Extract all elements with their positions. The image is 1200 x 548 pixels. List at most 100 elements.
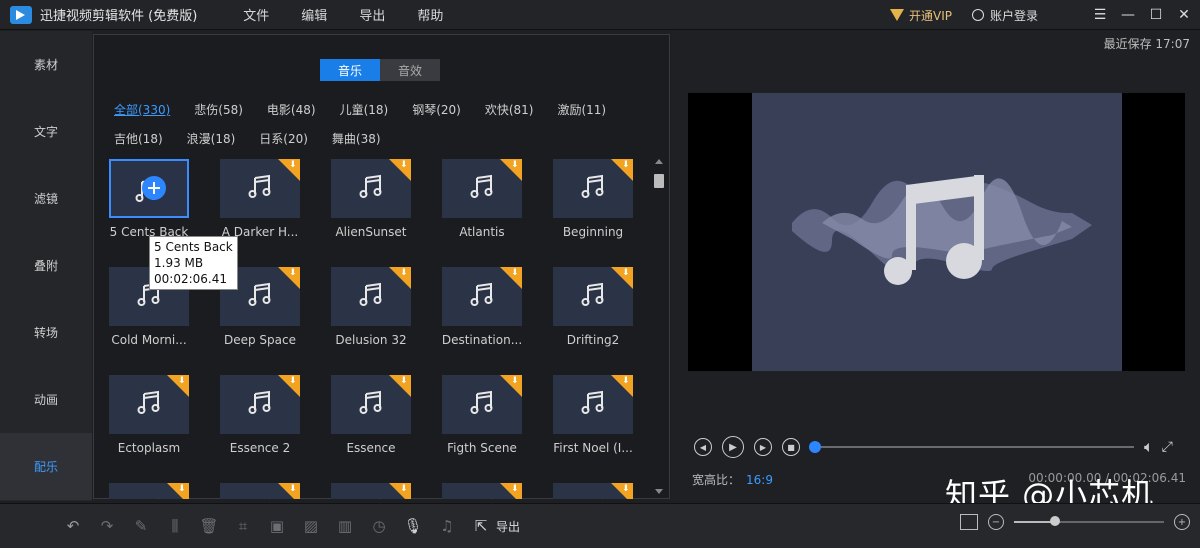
- microphone-icon[interactable]: 🎙︎: [402, 515, 424, 537]
- sidebar-item-media[interactable]: 素材: [0, 31, 92, 98]
- music-thumbnail[interactable]: ⬇: [442, 267, 522, 326]
- tab-music[interactable]: 音乐: [320, 59, 380, 81]
- category-filter[interactable]: 电影(48): [267, 101, 316, 118]
- category-filter[interactable]: 日系(20): [259, 130, 308, 147]
- undo-icon[interactable]: ↶: [62, 515, 84, 537]
- clock-icon[interactable]: ◷: [368, 515, 390, 537]
- seek-knob[interactable]: [809, 441, 821, 453]
- music-card[interactable]: ⬇: [331, 483, 411, 499]
- music-card[interactable]: ⬇: [109, 483, 189, 499]
- category-filter[interactable]: 钢琴(20): [412, 101, 461, 118]
- music-card[interactable]: ⬇: [553, 483, 633, 499]
- category-filter[interactable]: 全部(330): [114, 101, 170, 118]
- export-icon[interactable]: ⇱: [470, 515, 492, 537]
- zoom-in-icon[interactable]: +: [1174, 514, 1190, 530]
- voice-change-icon[interactable]: ♫: [436, 515, 458, 537]
- edit-icon[interactable]: ✎: [130, 515, 152, 537]
- music-card[interactable]: ⬇ Atlantis: [442, 159, 522, 239]
- login-button[interactable]: 账户登录: [971, 7, 1038, 24]
- menu-help[interactable]: 帮助: [417, 5, 443, 24]
- zoom-slider[interactable]: [1014, 516, 1164, 526]
- fullscreen-icon[interactable]: ⤢: [1162, 439, 1173, 455]
- music-thumbnail[interactable]: ⬇: [553, 483, 633, 499]
- music-card[interactable]: ⬇ Ectoplasm: [109, 375, 189, 455]
- next-frame-icon[interactable]: ▶: [754, 438, 772, 456]
- music-card[interactable]: ⬇ AlienSunset: [331, 159, 411, 239]
- category-filter[interactable]: 欢快(81): [485, 101, 534, 118]
- close-icon[interactable]: ✕: [1172, 3, 1196, 27]
- image-icon[interactable]: ▨: [300, 515, 322, 537]
- video-player[interactable]: [688, 93, 1185, 371]
- music-thumbnail[interactable]: ⬇: [109, 375, 189, 434]
- music-thumbnail[interactable]: ⬇: [220, 159, 300, 218]
- category-filter[interactable]: 浪漫(18): [187, 130, 236, 147]
- vip-button[interactable]: 开通VIP: [889, 7, 952, 24]
- export-button[interactable]: 导出: [496, 518, 520, 535]
- split-icon[interactable]: ⫼: [164, 515, 186, 537]
- zoom-knob[interactable]: [1049, 516, 1060, 526]
- music-card[interactable]: 5 Cents Back: [109, 159, 189, 239]
- previous-frame-icon[interactable]: ◀: [694, 438, 712, 456]
- maximize-icon[interactable]: ☐: [1144, 3, 1168, 27]
- music-card[interactable]: ⬇ Beginning: [553, 159, 633, 239]
- category-filter[interactable]: 悲伤(58): [194, 101, 243, 118]
- scroll-thumb[interactable]: [654, 174, 664, 188]
- music-thumbnail[interactable]: ⬇: [220, 375, 300, 434]
- crop-icon[interactable]: ⌗: [232, 515, 254, 537]
- music-card[interactable]: ⬇ Essence: [331, 375, 411, 455]
- volume-icon[interactable]: 🔈︎: [1144, 437, 1154, 457]
- music-card[interactable]: ⬇ Figth Scene: [442, 375, 522, 455]
- music-thumbnail[interactable]: ⬇: [109, 483, 189, 499]
- music-thumbnail[interactable]: ⬇: [442, 483, 522, 499]
- category-filter[interactable]: 儿童(18): [340, 101, 389, 118]
- music-card[interactable]: ⬇ A Darker H...: [220, 159, 300, 239]
- scroll-up-icon[interactable]: [655, 159, 663, 164]
- sidebar-item-music[interactable]: 配乐: [0, 433, 92, 500]
- add-to-timeline-icon[interactable]: [142, 175, 166, 200]
- music-card[interactable]: ⬇ Drifting2: [553, 267, 633, 347]
- music-card[interactable]: ⬇: [442, 483, 522, 499]
- minimize-icon[interactable]: —: [1116, 3, 1140, 27]
- music-card[interactable]: ⬇ First Noel (I...: [553, 375, 633, 455]
- mosaic-icon[interactable]: ▣: [266, 515, 288, 537]
- menu-export[interactable]: 导出: [359, 5, 385, 24]
- play-icon[interactable]: ▶: [722, 436, 744, 458]
- sidebar-item-animation[interactable]: 动画: [0, 366, 92, 433]
- menu-file[interactable]: 文件: [243, 5, 269, 24]
- music-thumbnail[interactable]: ⬇: [220, 483, 300, 499]
- delete-icon[interactable]: 🗑︎: [198, 515, 220, 537]
- music-thumbnail[interactable]: ⬇: [331, 159, 411, 218]
- library-scrollbar[interactable]: [654, 159, 664, 494]
- music-card[interactable]: ⬇ Delusion 32: [331, 267, 411, 347]
- category-filter[interactable]: 激励(11): [557, 101, 606, 118]
- music-thumbnail[interactable]: ⬇: [553, 159, 633, 218]
- sidebar-item-transition[interactable]: 转场: [0, 299, 92, 366]
- music-thumbnail[interactable]: ⬇: [553, 375, 633, 434]
- music-card[interactable]: ⬇: [220, 483, 300, 499]
- audio-bars-icon[interactable]: ▥: [334, 515, 356, 537]
- menu-edit[interactable]: 编辑: [301, 5, 327, 24]
- sidebar-item-overlay[interactable]: 叠附: [0, 232, 92, 299]
- sidebar-item-text[interactable]: 文字: [0, 98, 92, 165]
- category-filter[interactable]: 吉他(18): [114, 130, 163, 147]
- scroll-down-icon[interactable]: [655, 489, 663, 494]
- zoom-out-icon[interactable]: −: [988, 514, 1004, 530]
- hamburger-menu-icon[interactable]: ☰: [1088, 3, 1112, 27]
- music-card[interactable]: ⬇ Essence 2: [220, 375, 300, 455]
- music-card[interactable]: ⬇ Destination...: [442, 267, 522, 347]
- music-thumbnail[interactable]: ⬇: [442, 375, 522, 434]
- tab-sound-effects[interactable]: 音效: [380, 59, 440, 81]
- sidebar-item-filter[interactable]: 滤镜: [0, 165, 92, 232]
- music-thumbnail[interactable]: ⬇: [442, 159, 522, 218]
- music-thumbnail[interactable]: [109, 159, 189, 218]
- music-thumbnail[interactable]: ⬇: [331, 483, 411, 499]
- category-filter[interactable]: 舞曲(38): [332, 130, 381, 147]
- music-thumbnail[interactable]: ⬇: [553, 267, 633, 326]
- seek-bar[interactable]: [809, 441, 1134, 453]
- redo-icon[interactable]: ↷: [96, 515, 118, 537]
- music-thumbnail[interactable]: ⬇: [331, 375, 411, 434]
- music-thumbnail[interactable]: ⬇: [331, 267, 411, 326]
- aspect-ratio-value[interactable]: 16:9: [746, 473, 773, 487]
- fit-timeline-icon[interactable]: [960, 514, 978, 530]
- stop-icon[interactable]: ■: [782, 438, 800, 456]
